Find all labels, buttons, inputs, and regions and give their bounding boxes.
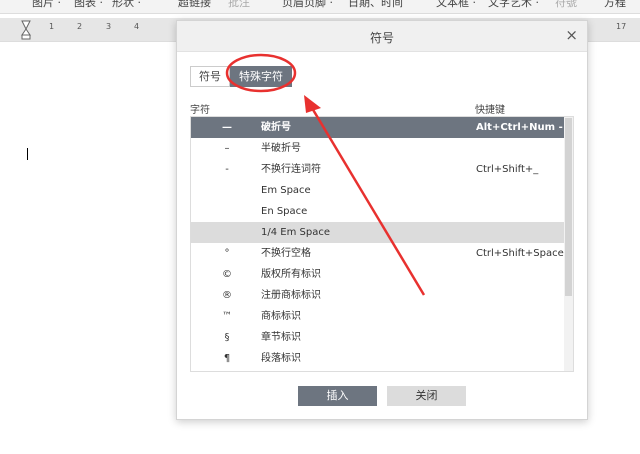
symbol-dialog: 符号 × 符号 特殊字符 字符 快捷键 — 破折号 Alt+Ctrl+Num - – 半… [176,20,588,420]
ribbon-toolbar: 图片 · 图表 · 形状 · 超链接 批注 页眉页脚 · 日期、时间 文本框 ·… [0,0,640,14]
toolbar-symbol[interactable]: 符號 [555,0,577,10]
toolbar-chart[interactable]: 图表 · [74,0,103,10]
shortcut-cell: Ctrl+Shift+_ [476,164,539,175]
list-item[interactable]: 1/4 Em Space [191,222,573,243]
char-cell: - [225,164,229,175]
char-cell: ° [224,248,230,259]
ruler-number: 4 [134,22,140,31]
name-cell: 注册商标标识 [261,290,321,301]
list-item[interactable]: — 破折号 Alt+Ctrl+Num - [191,117,573,138]
shortcut-cell: Ctrl+Shift+Space [476,248,564,259]
toolbar-textbox[interactable]: 文本框 · [436,0,476,10]
name-cell: 版权所有标识 [261,269,321,280]
char-cell: § [224,332,230,343]
column-header-shortcut: 快捷键 [475,105,505,116]
name-cell: 1/4 Em Space [261,227,330,238]
toolbar-header-footer[interactable]: 页眉页脚 · [282,0,333,10]
toolbar-equation[interactable]: 方程 [604,0,626,10]
char-cell: – [224,143,230,154]
char-cell: ® [222,290,232,301]
toolbar-picture[interactable]: 图片 · [32,0,61,10]
ruler-number: 17 [616,22,627,31]
list-item[interactable]: ® 注册商标标识 [191,285,573,306]
list-item[interactable]: En Space [191,201,573,222]
tab-special-characters[interactable]: 特殊字符 [230,66,292,87]
shortcut-cell: Alt+Ctrl+Num - [476,122,563,133]
list-item[interactable]: - 不换行连词符 Ctrl+Shift+_ [191,159,573,180]
toolbar-comment[interactable]: 批注 [228,0,250,10]
toolbar-date-time[interactable]: 日期、时间 [348,0,403,10]
char-cell: © [222,269,232,280]
close-icon[interactable]: × [565,26,578,44]
name-cell: 破折号 [261,122,291,133]
list-item[interactable]: ¶ 段落标识 [191,348,573,369]
close-button[interactable]: 关闭 [387,386,466,406]
scrollbar[interactable] [564,117,573,371]
column-header-char: 字符 [190,105,210,116]
toolbar-wordart[interactable]: 文字艺术 · [488,0,539,10]
name-cell: 章节标识 [261,332,301,343]
name-cell: En Space [261,206,308,217]
ruler-number: 2 [77,22,83,31]
name-cell: 段落标识 [261,353,301,364]
list-item[interactable]: § 章节标识 [191,327,573,348]
char-cell: ™ [222,311,232,322]
toolbar-shape[interactable]: 形状 · [112,0,141,10]
name-cell: 半破折号 [261,143,301,154]
name-cell: 不换行空格 [261,248,311,259]
insert-button[interactable]: 插入 [298,386,377,406]
ruler-number: 1 [49,22,55,31]
char-cell: — [222,122,232,133]
special-char-list: — 破折号 Alt+Ctrl+Num - – 半破折号 - 不换行连词符 Ctrl+Shift… [190,116,574,372]
name-cell: 商标标识 [261,311,301,322]
name-cell: 不换行连词符 [261,164,321,175]
toolbar-hyperlink[interactable]: 超链接 [178,0,211,10]
char-cell: ¶ [223,353,231,364]
ruler-number: 3 [106,22,112,31]
list-item[interactable]: – 半破折号 [191,138,573,159]
scrollbar-thumb[interactable] [565,118,572,296]
text-cursor [27,148,28,160]
list-item[interactable]: ™ 商标标识 [191,306,573,327]
list-item[interactable]: © 版权所有标识 [191,264,573,285]
tab-symbols[interactable]: 符号 [190,66,230,87]
list-item[interactable]: Em Space [191,180,573,201]
dialog-titlebar[interactable]: 符号 × [177,21,587,52]
list-item[interactable]: ° 不换行空格 Ctrl+Shift+Space [191,243,573,264]
name-cell: Em Space [261,185,311,196]
dialog-title: 符号 [369,31,394,45]
indent-marker-icon[interactable] [20,20,32,40]
dialog-tabs: 符号 特殊字符 [190,66,292,87]
